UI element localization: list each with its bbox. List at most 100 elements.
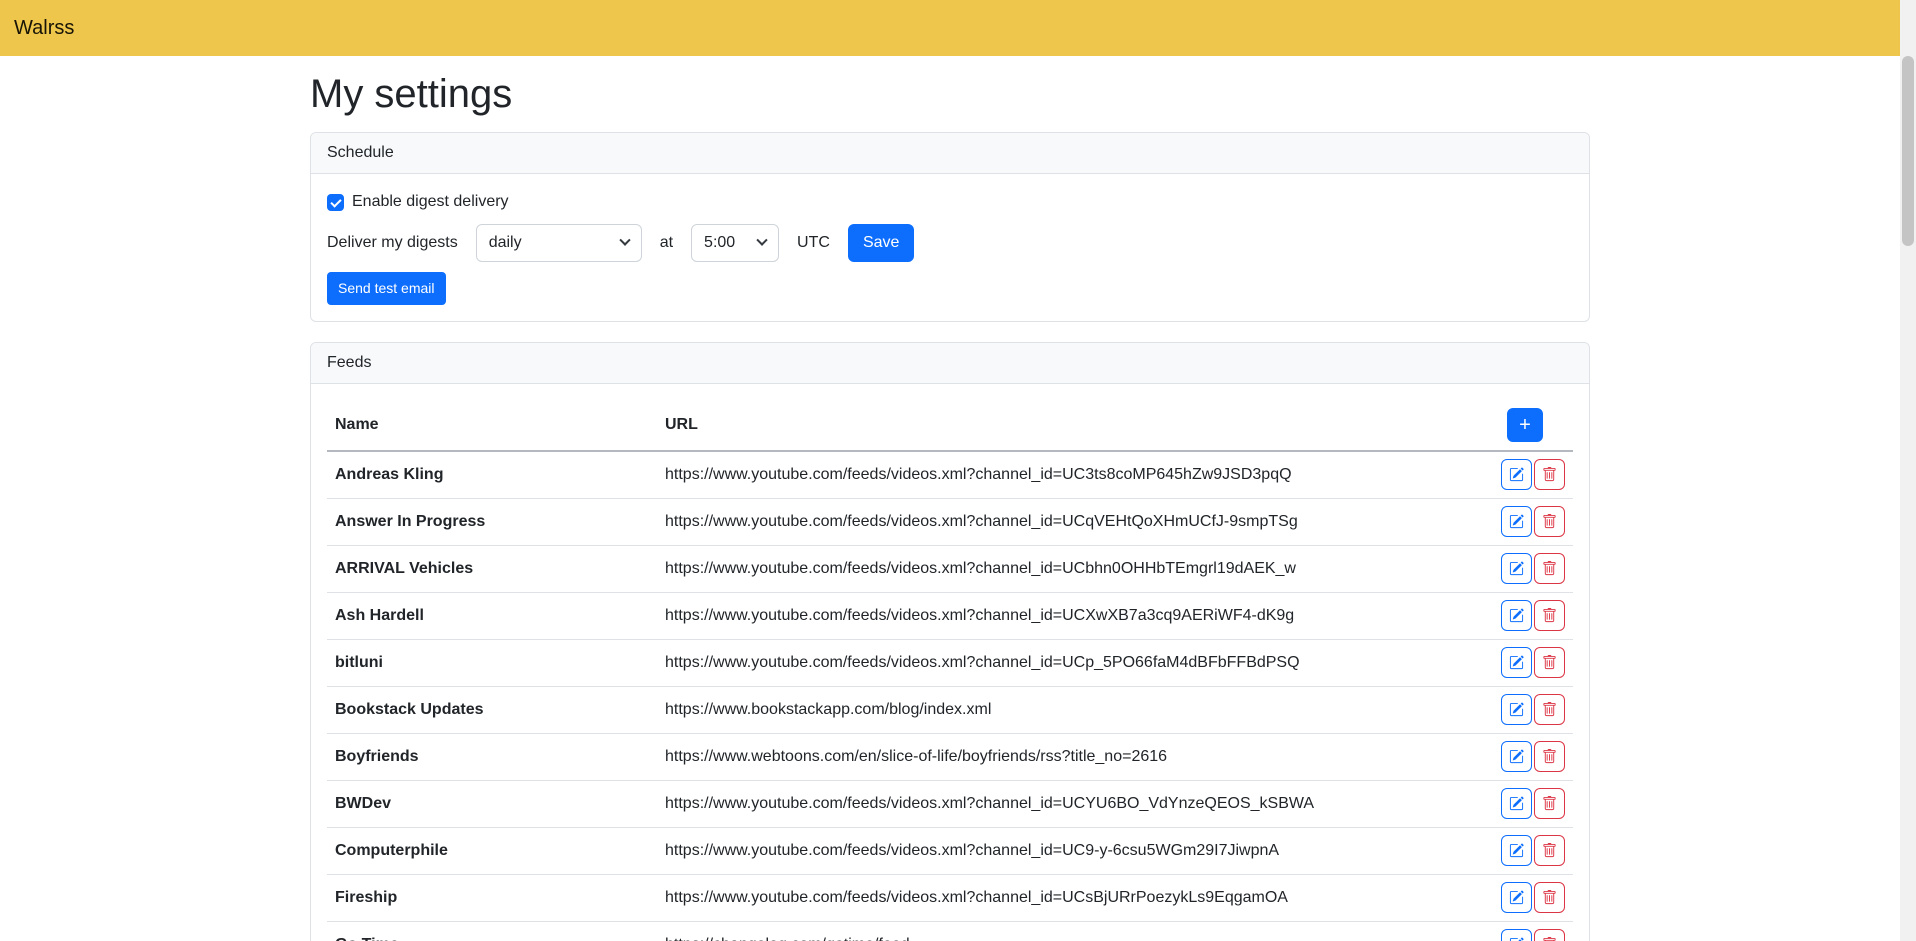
feeds-card-header: Feeds	[311, 343, 1589, 384]
feed-actions-group	[1501, 459, 1565, 490]
add-feed-button[interactable]: +	[1507, 408, 1543, 442]
feed-row: Fireship https://www.youtube.com/feeds/v…	[327, 874, 1573, 921]
feed-actions-group	[1501, 835, 1565, 866]
scrollbar-thumb[interactable]	[1902, 56, 1914, 246]
feed-name: Answer In Progress	[327, 498, 657, 545]
edit-feed-button[interactable]	[1501, 553, 1532, 584]
delete-feed-button[interactable]	[1534, 929, 1565, 941]
pencil-square-icon	[1509, 937, 1524, 941]
utc-label: UTC	[797, 234, 830, 252]
feed-actions-group	[1501, 741, 1565, 772]
trash-icon	[1542, 796, 1557, 811]
feed-actions	[1453, 733, 1573, 780]
pencil-square-icon	[1509, 890, 1524, 905]
delete-feed-button[interactable]	[1534, 506, 1565, 537]
feed-actions-group	[1501, 506, 1565, 537]
enable-digest-row: Enable digest delivery	[327, 190, 1573, 214]
delete-feed-button[interactable]	[1534, 694, 1565, 725]
enable-digest-checkbox[interactable]	[327, 194, 344, 211]
edit-feed-button[interactable]	[1501, 506, 1532, 537]
feed-actions-group	[1501, 600, 1565, 631]
column-header-actions: +	[1453, 400, 1573, 451]
delete-feed-button[interactable]	[1534, 788, 1565, 819]
feed-actions-group	[1501, 694, 1565, 725]
feed-name: BWDev	[327, 780, 657, 827]
feed-name: bitluni	[327, 639, 657, 686]
feed-url: https://www.webtoons.com/en/slice-of-lif…	[657, 733, 1453, 780]
send-test-email-button[interactable]: Send test email	[327, 272, 446, 305]
trash-icon	[1542, 467, 1557, 482]
feed-name: Andreas Kling	[327, 451, 657, 498]
edit-feed-button[interactable]	[1501, 694, 1532, 725]
save-button[interactable]: Save	[848, 224, 914, 262]
trash-icon	[1542, 843, 1557, 858]
feed-url: https://www.youtube.com/feeds/videos.xml…	[657, 592, 1453, 639]
deliver-label: Deliver my digests	[327, 234, 458, 252]
at-label: at	[660, 234, 673, 252]
feed-name: Ash Hardell	[327, 592, 657, 639]
pencil-square-icon	[1509, 655, 1524, 670]
chevron-down-icon	[756, 235, 767, 246]
feed-url: https://www.youtube.com/feeds/videos.xml…	[657, 780, 1453, 827]
time-select[interactable]: 5:00	[691, 224, 779, 262]
feed-actions	[1453, 921, 1573, 941]
delete-feed-button[interactable]	[1534, 647, 1565, 678]
pencil-square-icon	[1509, 514, 1524, 529]
delete-feed-button[interactable]	[1534, 882, 1565, 913]
delete-feed-button[interactable]	[1534, 600, 1565, 631]
feed-actions	[1453, 451, 1573, 498]
schedule-card-body: Enable digest delivery Deliver my digest…	[311, 174, 1589, 321]
column-header-url: URL	[657, 400, 1453, 451]
pencil-square-icon	[1509, 796, 1524, 811]
trash-icon	[1542, 608, 1557, 623]
feed-actions	[1453, 592, 1573, 639]
edit-feed-button[interactable]	[1501, 459, 1532, 490]
feed-url: https://www.youtube.com/feeds/videos.xml…	[657, 451, 1453, 498]
feed-name: Computerphile	[327, 827, 657, 874]
feed-row: bitluni https://www.youtube.com/feeds/vi…	[327, 639, 1573, 686]
feed-actions	[1453, 780, 1573, 827]
edit-feed-button[interactable]	[1501, 929, 1532, 941]
frequency-select[interactable]: daily	[476, 224, 642, 262]
feed-actions	[1453, 686, 1573, 733]
feed-actions	[1453, 874, 1573, 921]
feed-row: BWDev https://www.youtube.com/feeds/vide…	[327, 780, 1573, 827]
edit-feed-button[interactable]	[1501, 647, 1532, 678]
feed-row: Ash Hardell https://www.youtube.com/feed…	[327, 592, 1573, 639]
edit-feed-button[interactable]	[1501, 882, 1532, 913]
feed-actions	[1453, 498, 1573, 545]
edit-feed-button[interactable]	[1501, 741, 1532, 772]
delete-feed-button[interactable]	[1534, 835, 1565, 866]
feed-row: Answer In Progress https://www.youtube.c…	[327, 498, 1573, 545]
edit-feed-button[interactable]	[1501, 788, 1532, 819]
feeds-card-body: Name URL + Andreas Kling https://www.you…	[311, 384, 1589, 941]
navbar-brand[interactable]: Walrss	[14, 17, 74, 40]
column-header-name: Name	[327, 400, 657, 451]
chevron-down-icon	[619, 235, 630, 246]
delete-feed-button[interactable]	[1534, 553, 1565, 584]
feed-actions	[1453, 827, 1573, 874]
feed-actions	[1453, 639, 1573, 686]
edit-feed-button[interactable]	[1501, 835, 1532, 866]
feed-name: Boyfriends	[327, 733, 657, 780]
feeds-table: Name URL + Andreas Kling https://www.you…	[327, 400, 1573, 941]
schedule-card: Schedule Enable digest delivery Deliver …	[310, 132, 1590, 322]
vertical-scrollbar[interactable]	[1900, 0, 1916, 941]
trash-icon	[1542, 937, 1557, 941]
feed-actions-group	[1501, 929, 1565, 941]
pencil-square-icon	[1509, 843, 1524, 858]
trash-icon	[1542, 749, 1557, 764]
feed-row: Boyfriends https://www.webtoons.com/en/s…	[327, 733, 1573, 780]
feed-url: https://www.youtube.com/feeds/videos.xml…	[657, 639, 1453, 686]
feed-row: Andreas Kling https://www.youtube.com/fe…	[327, 451, 1573, 498]
delivery-settings-row: Deliver my digests daily at 5:00 UTC Sav…	[327, 224, 1573, 262]
top-navbar: Walrss	[0, 0, 1900, 56]
feed-row: Bookstack Updates https://www.bookstacka…	[327, 686, 1573, 733]
feeds-table-header-row: Name URL +	[327, 400, 1573, 451]
test-email-row: Send test email	[327, 272, 1573, 305]
edit-feed-button[interactable]	[1501, 600, 1532, 631]
delete-feed-button[interactable]	[1534, 459, 1565, 490]
pencil-square-icon	[1509, 702, 1524, 717]
trash-icon	[1542, 702, 1557, 717]
delete-feed-button[interactable]	[1534, 741, 1565, 772]
